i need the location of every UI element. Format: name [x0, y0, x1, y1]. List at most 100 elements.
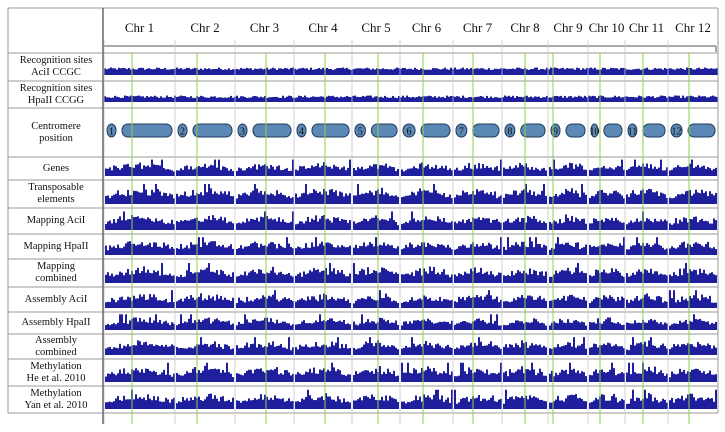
density-bar: [582, 68, 584, 71]
histogram-bar: [280, 373, 282, 382]
histogram-bar: [654, 166, 656, 176]
histogram-bar: [212, 215, 214, 230]
histogram-bar: [595, 369, 597, 382]
histogram-bar: [636, 237, 638, 255]
histogram-bar: [169, 169, 171, 176]
histogram-bar: [319, 314, 321, 330]
histogram-bar: [433, 266, 435, 283]
histogram-bar: [662, 221, 664, 230]
histogram-bar: [274, 169, 276, 176]
density-bar: [402, 67, 404, 71]
histogram-bar: [165, 344, 167, 355]
density-bar: [392, 95, 394, 99]
histogram-bar: [597, 318, 599, 330]
histogram-bar: [488, 167, 490, 176]
density-bar: [410, 68, 412, 71]
histogram-bar: [214, 341, 216, 355]
histogram-bar: [375, 323, 377, 330]
histogram-bar: [476, 189, 478, 204]
histogram-bar: [509, 323, 511, 330]
density-bar: [276, 69, 278, 71]
histogram-bar: [644, 221, 646, 230]
histogram-bar: [595, 297, 597, 308]
histogram-bar: [244, 170, 246, 176]
histogram-bar: [443, 245, 445, 255]
density-bar: [122, 97, 124, 99]
histogram-bar: [691, 369, 693, 382]
histogram-bar: [498, 221, 500, 230]
density-bar: [698, 67, 700, 71]
histogram-bar: [270, 344, 272, 355]
histogram-bar: [194, 272, 196, 283]
histogram-bar: [527, 322, 529, 330]
histogram-bar: [470, 244, 472, 255]
histogram-bar: [697, 298, 699, 308]
histogram-bar: [176, 372, 178, 382]
histogram-bar: [171, 170, 173, 176]
histogram-bar: [460, 362, 462, 382]
histogram-bar: [357, 373, 359, 382]
histogram-bar: [343, 166, 345, 176]
histogram-bar: [371, 192, 373, 204]
histogram-bar: [401, 362, 403, 382]
histogram-bar: [276, 345, 278, 355]
histogram-bar: [563, 270, 565, 283]
histogram-bar: [387, 320, 389, 330]
histogram-bar: [401, 223, 403, 230]
histogram-bar: [355, 244, 357, 255]
histogram-bar: [305, 322, 307, 330]
histogram-bar: [454, 169, 456, 176]
histogram-bar: [383, 242, 385, 255]
chromosome-arm-long: [520, 123, 546, 138]
histogram-bar: [621, 222, 623, 230]
histogram-bar: [107, 195, 109, 204]
histogram-bar: [141, 168, 143, 176]
histogram-bar: [709, 324, 711, 330]
histogram-bar: [561, 346, 563, 355]
histogram-bar: [673, 223, 675, 230]
histogram-bar: [583, 322, 585, 330]
histogram-bar: [284, 401, 286, 409]
density-bar: [222, 97, 224, 99]
histogram-bar: [685, 191, 687, 204]
histogram-bar: [250, 243, 252, 255]
histogram-bar: [464, 223, 466, 230]
histogram-bar: [498, 372, 500, 382]
histogram-bar: [449, 277, 451, 283]
histogram-bar: [656, 191, 658, 204]
histogram-bar: [575, 372, 577, 382]
histogram-bar: [391, 322, 393, 330]
histogram-bar: [484, 193, 486, 204]
histogram-bar: [295, 224, 297, 230]
histogram-bar: [280, 271, 282, 283]
histogram-bar: [447, 299, 449, 308]
histogram-bar: [395, 399, 397, 409]
histogram-bar: [466, 247, 468, 255]
histogram-bar: [648, 340, 650, 355]
histogram-bar: [656, 168, 658, 176]
histogram-bar: [216, 318, 218, 330]
histogram-bar: [458, 323, 460, 330]
histogram-bar: [319, 167, 321, 176]
histogram-bar: [640, 245, 642, 255]
histogram-bar: [415, 369, 417, 382]
histogram-bar: [401, 274, 403, 283]
histogram-bar: [409, 168, 411, 176]
histogram-bar: [611, 193, 613, 204]
density-bar: [170, 69, 172, 71]
histogram-bar: [671, 324, 673, 330]
histogram-bar: [313, 268, 315, 283]
density-bar: [454, 67, 456, 71]
histogram-bar: [601, 345, 603, 355]
histogram-bar: [157, 300, 159, 308]
density-bar: [320, 69, 322, 71]
histogram-bar: [236, 248, 238, 255]
histogram-bar: [329, 396, 331, 409]
histogram-bar: [605, 344, 607, 355]
histogram-bar: [654, 319, 656, 330]
histogram-bar: [127, 372, 129, 382]
histogram-bar: [699, 243, 701, 255]
histogram-bar: [381, 165, 383, 176]
density-bar: [532, 97, 534, 99]
histogram-bar: [433, 168, 435, 176]
